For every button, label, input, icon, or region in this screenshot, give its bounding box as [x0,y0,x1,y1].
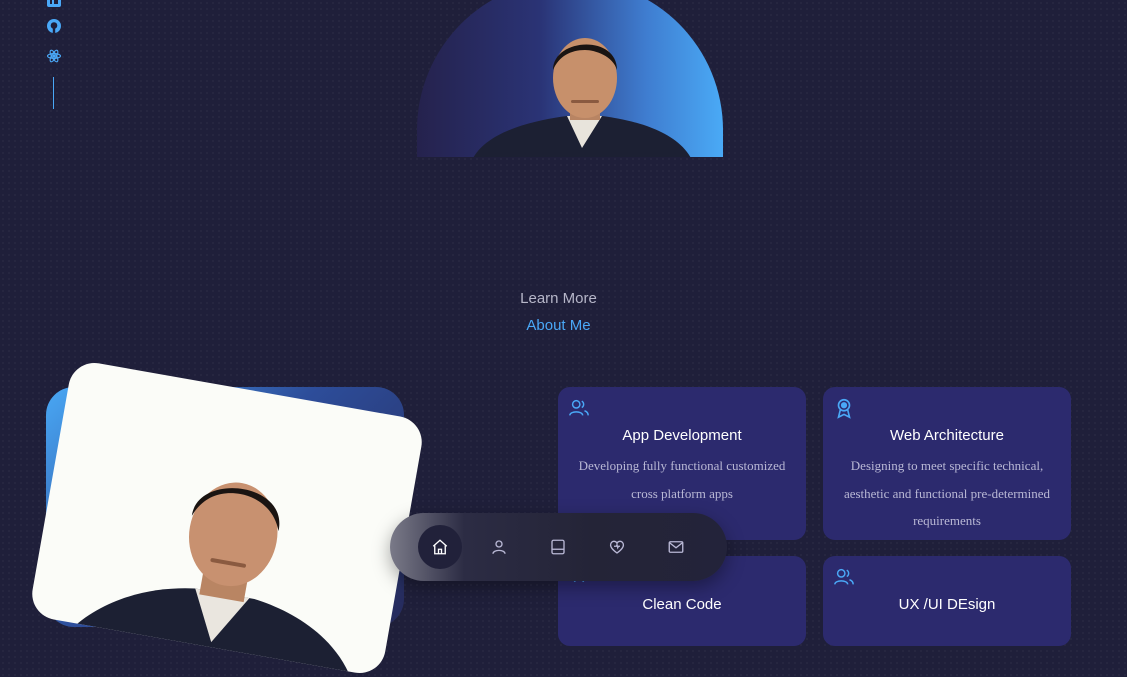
react-icon[interactable] [46,48,62,64]
nav-contact-button[interactable] [654,525,698,569]
nav-services-button[interactable] [595,525,639,569]
service-card-web-architecture[interactable]: Web Architecture Designing to meet speci… [823,387,1071,540]
service-description: Developing fully functional customized c… [578,458,786,501]
social-divider [53,77,54,109]
users-icon [834,568,854,585]
mail-icon [668,541,684,553]
section-subtitle: Learn More [520,290,597,307]
service-card-ux-ui-design[interactable]: UX /UI DEsign [823,556,1071,646]
floating-nav [390,513,727,581]
nav-experience-button[interactable] [536,525,580,569]
user-icon [492,540,506,554]
service-title: UX /UI DEsign [898,596,996,613]
nav-home-button[interactable] [418,525,462,569]
heart-icon [609,540,625,554]
home-icon [432,539,448,555]
users-icon [569,399,589,416]
hero-portrait [417,0,723,157]
about-figure [52,482,358,677]
service-title: Web Architecture [890,427,1004,444]
nav-about-button[interactable] [477,525,521,569]
linkedin-icon[interactable] [46,0,62,8]
github-icon[interactable] [46,18,62,34]
service-description: Designing to meet specific technical, ae… [843,458,1051,528]
award-icon [837,398,851,419]
portrait-figure [473,38,691,157]
service-title: Clean Code [642,596,722,613]
service-title: App Development [622,427,742,444]
section-title: About Me [526,317,591,334]
book-icon [551,539,565,555]
